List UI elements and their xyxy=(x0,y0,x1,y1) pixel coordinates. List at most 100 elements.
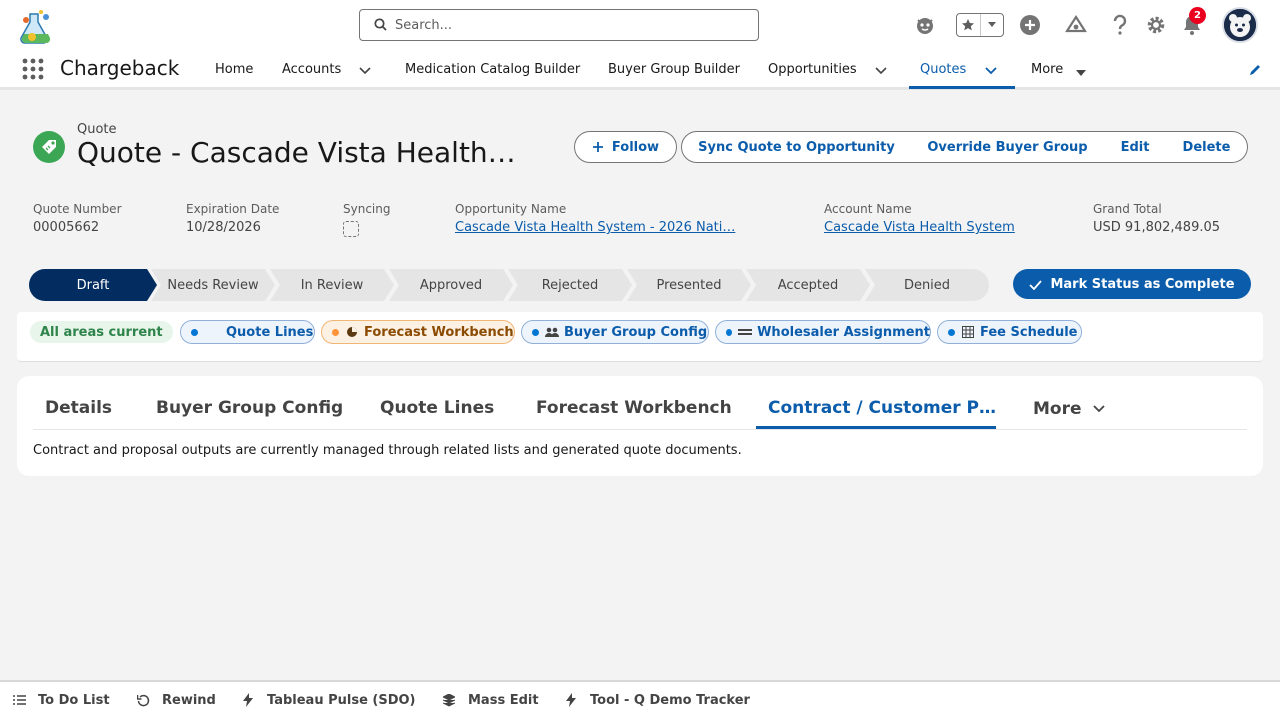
path-stage-in-review[interactable]: In Review xyxy=(270,269,394,301)
path-stage-accepted[interactable]: Accepted xyxy=(746,269,870,301)
utility-label: Tool - Q Demo Tracker xyxy=(590,692,750,708)
tab-content-text: Contract and proposal outputs are curren… xyxy=(33,443,742,458)
bolt-icon xyxy=(564,693,578,707)
utility-mass-edit[interactable]: Mass Edit xyxy=(442,690,539,710)
path-stage-denied[interactable]: Denied xyxy=(865,269,989,301)
tab-details[interactable]: Details xyxy=(45,398,112,418)
utility-tool-q-demo-tracker[interactable]: Tool - Q Demo Tracker xyxy=(564,690,750,710)
rewind-icon xyxy=(136,693,150,707)
favorites-star-icon[interactable] xyxy=(957,14,980,36)
app-launcher-icon[interactable] xyxy=(22,58,44,80)
field-label-opportunity-name: Opportunity Name xyxy=(455,202,567,216)
nav-item-buyer-group-builder[interactable]: Buyer Group Builder xyxy=(608,50,740,88)
opportunity-name-link[interactable]: Cascade Vista Health System - 2026 Nati… xyxy=(455,220,735,235)
field-label-expiration-date: Expiration Date xyxy=(186,202,280,216)
tabs-divider xyxy=(33,429,1247,430)
status-dot xyxy=(332,328,339,336)
chip-wholesaler-assignment[interactable]: Wholesaler Assignment xyxy=(715,320,931,344)
setup-gear-icon[interactable] xyxy=(1143,12,1169,38)
list-icon xyxy=(12,693,26,707)
field-value-expiration-date: 10/28/2026 xyxy=(186,220,261,235)
account-name-link[interactable]: Cascade Vista Health System xyxy=(824,220,1015,235)
opportunities-chevron-down-icon[interactable] xyxy=(874,62,888,76)
add-icon[interactable] xyxy=(1017,12,1043,38)
path-stage-draft[interactable]: Draft xyxy=(29,269,157,301)
chip-fee-schedule[interactable]: Fee Schedule xyxy=(937,320,1082,344)
active-tab-indicator xyxy=(756,426,996,429)
path-stage-approved[interactable]: Approved xyxy=(389,269,513,301)
utility-label: To Do List xyxy=(38,692,110,708)
layers-icon xyxy=(442,693,456,707)
nav-item-accounts[interactable]: Accounts xyxy=(282,50,341,88)
utility-tableau-pulse[interactable]: Tableau Pulse (SDO) xyxy=(241,690,416,710)
avatar[interactable] xyxy=(1222,7,1258,43)
all-areas-current-badge: All areas current xyxy=(30,321,173,343)
nav-item-quotes[interactable]: Quotes xyxy=(920,50,966,88)
chip-label: Buyer Group Config xyxy=(564,324,708,340)
check-icon xyxy=(1029,279,1043,290)
tab-contract-customer-proposal[interactable]: Contract / Customer P… xyxy=(768,398,996,418)
quote-record-icon xyxy=(33,131,65,163)
record-tabs-card xyxy=(17,376,1263,476)
favorites-group xyxy=(956,13,1004,37)
tab-more-label: More xyxy=(1033,399,1082,419)
path-stage-label: In Review xyxy=(300,277,364,293)
quotes-chevron-down-icon[interactable] xyxy=(984,62,998,76)
help-icon[interactable] xyxy=(1107,12,1133,38)
status-dot xyxy=(726,328,733,336)
path-stage-rejected[interactable]: Rejected xyxy=(508,269,632,301)
logo-icon[interactable] xyxy=(16,8,56,46)
path-stage-label: Approved xyxy=(419,277,483,293)
nav-item-medication-catalog-builder[interactable]: Medication Catalog Builder xyxy=(405,50,580,88)
path-stage-label: Draft xyxy=(76,277,110,293)
mark-status-label: Mark Status as Complete xyxy=(1050,276,1235,292)
tab-more[interactable]: More xyxy=(1033,399,1106,419)
mark-status-complete-button[interactable]: Mark Status as Complete xyxy=(1013,269,1251,299)
search-input[interactable]: Search... xyxy=(359,9,759,41)
follow-button[interactable]: Follow xyxy=(574,131,677,163)
utility-to-do-list[interactable]: To Do List xyxy=(12,690,110,710)
utility-rewind[interactable]: Rewind xyxy=(136,690,216,710)
path-stage-presented[interactable]: Presented xyxy=(627,269,751,301)
search-placeholder: Search... xyxy=(395,17,453,33)
chip-label: Quote Lines xyxy=(226,324,314,340)
nav-item-home[interactable]: Home xyxy=(215,50,253,88)
syncing-checkbox xyxy=(343,221,359,237)
lines-icon xyxy=(738,325,753,339)
path-stage-needs-review[interactable]: Needs Review xyxy=(151,269,275,301)
app-name: Chargeback xyxy=(60,56,180,80)
nav-item-opportunities[interactable]: Opportunities xyxy=(768,50,857,88)
path-stage-label: Rejected xyxy=(541,277,599,293)
utility-label: Tableau Pulse (SDO) xyxy=(267,692,416,708)
agent-icon[interactable] xyxy=(912,12,938,38)
edit-nav-pencil-icon[interactable] xyxy=(1248,62,1262,76)
more-dropdown-icon[interactable] xyxy=(1075,63,1089,77)
chip-buyer-group-config[interactable]: Buyer Group Config xyxy=(521,320,709,344)
utility-label: Mass Edit xyxy=(468,692,539,708)
record-object-type: Quote xyxy=(77,122,117,137)
tab-buyer-group-config[interactable]: Buyer Group Config xyxy=(156,398,343,418)
tab-quote-lines[interactable]: Quote Lines xyxy=(380,398,494,418)
delete-button[interactable]: Delete xyxy=(1166,131,1248,163)
path-stage-label: Needs Review xyxy=(167,277,259,293)
chip-forecast-workbench[interactable]: Forecast Workbench xyxy=(321,320,515,344)
override-buyer-group-button[interactable]: Override Buyer Group xyxy=(911,131,1105,163)
path-stage-label: Presented xyxy=(656,277,722,293)
edit-button[interactable]: Edit xyxy=(1104,131,1167,163)
field-label-account-name: Account Name xyxy=(824,202,912,216)
status-dot xyxy=(191,328,198,336)
field-value-quote-number: 00005662 xyxy=(33,220,100,235)
chip-quote-lines[interactable]: Quote Lines xyxy=(180,320,315,344)
path-stage-label: Denied xyxy=(903,277,951,293)
nav-item-more[interactable]: More xyxy=(1031,50,1063,88)
accounts-chevron-down-icon[interactable] xyxy=(358,62,372,76)
tab-forecast-workbench[interactable]: Forecast Workbench xyxy=(536,398,732,418)
chip-label: Wholesaler Assignment xyxy=(757,324,930,340)
notification-count-badge: 2 xyxy=(1189,7,1206,24)
field-value-grand-total: USD 91,802,489.05 xyxy=(1093,220,1221,235)
path-stage-label: Accepted xyxy=(777,277,839,293)
sync-quote-button[interactable]: Sync Quote to Opportunity xyxy=(681,131,912,163)
chip-label: Forecast Workbench xyxy=(364,324,514,340)
favorites-dropdown-icon[interactable] xyxy=(979,14,1003,36)
trailhead-icon[interactable] xyxy=(1063,12,1089,38)
